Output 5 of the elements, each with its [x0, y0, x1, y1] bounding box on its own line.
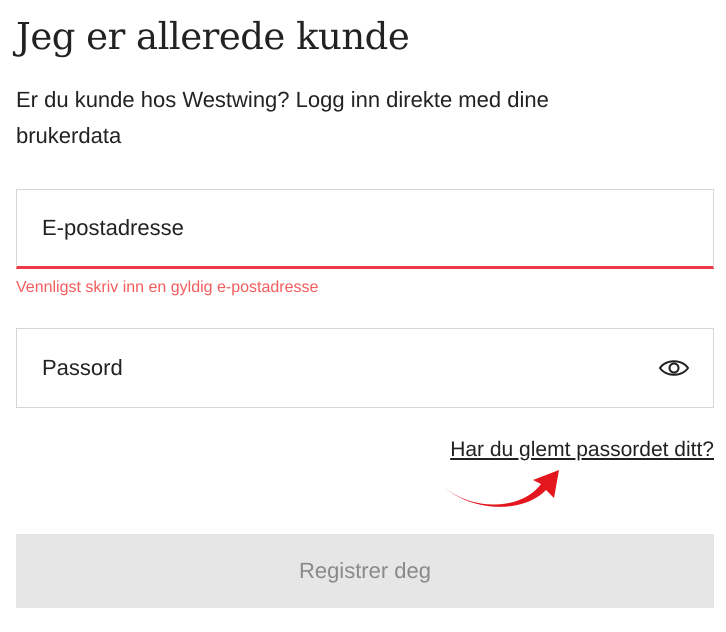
email-field[interactable]: E-postadresse: [16, 189, 714, 269]
password-field[interactable]: Passord: [16, 328, 714, 408]
forgot-password-link[interactable]: Har du glemt passordet ditt?: [450, 438, 714, 462]
intro-text: Er du kunde hos Westwing? Logg inn direkte med dine brukerdata: [16, 86, 550, 150]
error-message: Vennligst skriv inn en gyldig e-postadresse: [16, 278, 320, 298]
